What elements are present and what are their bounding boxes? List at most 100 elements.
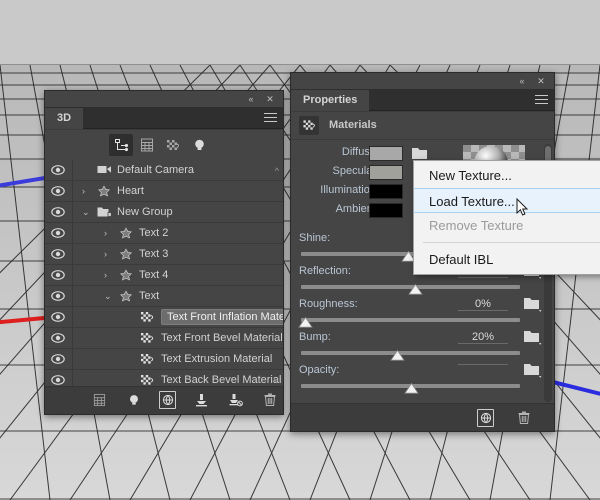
- expand-twisty-icon[interactable]: ⌄: [104, 292, 113, 301]
- scene-list-row[interactable]: ⌄ Text: [45, 286, 283, 307]
- context-menu-item[interactable]: New Texture...: [414, 163, 600, 188]
- material-slider-value[interactable]: 20%: [458, 331, 508, 344]
- slider-track[interactable]: [298, 316, 520, 328]
- visibility-toggle-icon[interactable]: [51, 290, 65, 303]
- lightbulb-icon[interactable]: [187, 134, 211, 156]
- close-icon[interactable]: ✕: [264, 94, 276, 105]
- scene-list-row[interactable]: Text Extrusion Material: [45, 349, 283, 370]
- visibility-toggle-icon[interactable]: [51, 353, 65, 366]
- visibility-toggle-icon[interactable]: [51, 311, 65, 324]
- scene-list-row[interactable]: Text Front Inflation Mate...: [45, 307, 283, 328]
- scene-list-row[interactable]: Text Back Bevel Material ˅: [45, 370, 283, 386]
- scene-list-row-label: Text 2: [139, 227, 169, 239]
- material-slider-row: Roughness: 0%: [291, 295, 554, 314]
- delete-material-button[interactable]: [515, 409, 532, 427]
- scene-list-row-label: Text 3: [139, 248, 169, 260]
- slider-track[interactable]: [301, 349, 520, 361]
- material-slider-value[interactable]: [458, 364, 508, 365]
- expand-twisty-icon[interactable]: ⌄: [82, 208, 91, 217]
- scene-list-row-label: Heart: [117, 185, 144, 197]
- slider-thumb[interactable]: [390, 349, 406, 361]
- material-color-swatch[interactable]: [369, 203, 403, 218]
- visibility-toggle-icon[interactable]: [51, 374, 65, 386]
- tab-3d[interactable]: 3D: [45, 108, 84, 129]
- material-slider-label: Shine:: [299, 232, 331, 244]
- material-icon: [141, 332, 156, 345]
- properties-titlebar[interactable]: « ✕: [291, 73, 554, 90]
- scene-list-row[interactable]: Text Front Bevel Material: [45, 328, 283, 349]
- visibility-toggle-icon[interactable]: [51, 206, 65, 219]
- material-slider-track-row[interactable]: [291, 380, 554, 394]
- delete-button[interactable]: [261, 391, 278, 409]
- properties-tab-row[interactable]: Properties: [291, 90, 554, 111]
- material-slider-track-row[interactable]: [291, 281, 554, 295]
- add-light-button[interactable]: [125, 391, 142, 409]
- material-slider-row: Bump: 20%: [291, 328, 554, 347]
- material-icon: [141, 353, 156, 366]
- properties-footer: [291, 403, 554, 431]
- close-icon[interactable]: ✕: [535, 76, 547, 87]
- visibility-toggle-icon[interactable]: [51, 227, 65, 240]
- material-slider-row: Opacity:: [291, 361, 554, 380]
- scene-list-row[interactable]: › Text 4: [45, 265, 283, 286]
- material-color-swatch[interactable]: [369, 165, 403, 180]
- hamburger-menu-icon[interactable]: [264, 113, 277, 124]
- material-slider-track-row[interactable]: [291, 314, 554, 328]
- material-color-swatch[interactable]: [369, 184, 403, 199]
- materials-section-title: Materials: [329, 119, 377, 131]
- viewport-sky: [0, 0, 600, 65]
- scene-list-row-label: Text Front Bevel Material: [161, 332, 283, 344]
- mouse-pointer: [516, 197, 529, 217]
- clear-paint-button[interactable]: [227, 391, 244, 409]
- scene-list-row-label: Text Back Bevel Material: [161, 374, 282, 386]
- slider-thumb[interactable]: [403, 382, 419, 394]
- materials-sphere-icon[interactable]: [161, 134, 185, 156]
- visibility-toggle-icon[interactable]: [51, 332, 65, 345]
- 3d-panel-titlebar[interactable]: « ✕: [45, 91, 283, 108]
- double-chevron-left-icon[interactable]: «: [516, 76, 528, 87]
- visibility-toggle-icon[interactable]: [51, 185, 65, 198]
- texture-context-menu[interactable]: New Texture... Load Texture... Remove Text…: [413, 160, 600, 275]
- slider-thumb[interactable]: [408, 283, 423, 295]
- expand-twisty-icon[interactable]: ›: [104, 250, 113, 259]
- add-mesh-button[interactable]: [91, 391, 108, 409]
- visibility-toggle-icon[interactable]: [51, 269, 65, 282]
- scene-list-row[interactable]: Default Camera ^: [45, 160, 283, 181]
- context-menu-item[interactable]: Default IBL: [414, 247, 600, 272]
- 3d-panel[interactable]: « ✕ 3D Default Camera ^ › Heart ⌄ New Gr…: [44, 90, 284, 415]
- visibility-toggle-icon[interactable]: [51, 164, 65, 177]
- slider-texture-menu[interactable]: [523, 362, 544, 378]
- expand-twisty-icon[interactable]: ›: [104, 271, 113, 280]
- expand-twisty-icon[interactable]: ›: [104, 229, 113, 238]
- mesh-icon[interactable]: [135, 134, 159, 156]
- render-globe-button[interactable]: [159, 391, 176, 409]
- 3d-panel-tab-row[interactable]: 3D: [45, 108, 283, 129]
- 3d-panel-footer: [45, 386, 283, 414]
- scene-list-row[interactable]: › Text 3: [45, 244, 283, 265]
- material-slider-track-row[interactable]: [291, 347, 554, 361]
- expand-twisty-icon[interactable]: ›: [82, 187, 91, 196]
- render-globe-button[interactable]: [477, 409, 494, 427]
- scene-list-row[interactable]: ⌄ New Group: [45, 202, 283, 223]
- slider-track[interactable]: [301, 382, 520, 394]
- 3d-scene-list[interactable]: Default Camera ^ › Heart ⌄ New Group › Text 2 › T…: [45, 160, 283, 386]
- paint-button[interactable]: [193, 391, 210, 409]
- slider-texture-menu[interactable]: [523, 296, 544, 312]
- material-color-swatch[interactable]: [369, 146, 403, 161]
- scene-list-row[interactable]: › Heart: [45, 181, 283, 202]
- slider-texture-menu[interactable]: [523, 329, 544, 345]
- scroll-down-chevron-icon[interactable]: ˅: [274, 376, 279, 386]
- double-chevron-left-icon[interactable]: «: [245, 94, 257, 105]
- slider-track[interactable]: [301, 283, 520, 295]
- context-menu-item[interactable]: Load Texture...: [414, 188, 600, 213]
- scroll-up-chevron-icon[interactable]: ^: [275, 166, 279, 176]
- slider-thumb[interactable]: [298, 316, 314, 328]
- visibility-toggle-icon[interactable]: [51, 248, 65, 261]
- tab-properties[interactable]: Properties: [291, 90, 370, 111]
- hamburger-menu-icon[interactable]: [535, 95, 548, 106]
- scene-tree-icon[interactable]: [109, 134, 133, 156]
- material-slider-value[interactable]: 0%: [458, 298, 508, 311]
- scene-list-row-label: Text Front Inflation Mate...: [161, 309, 283, 325]
- scene-list-row[interactable]: › Text 2: [45, 223, 283, 244]
- menu-separator: [423, 242, 600, 243]
